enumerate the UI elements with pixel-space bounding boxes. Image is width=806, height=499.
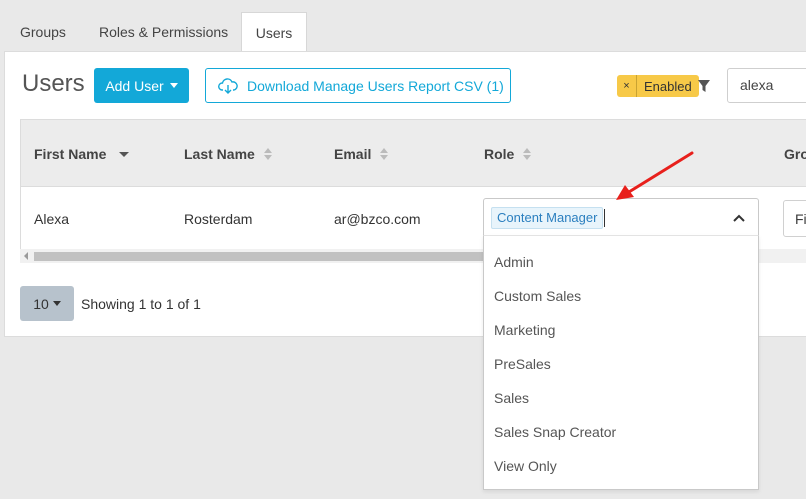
column-groups[interactable]: Gro bbox=[784, 146, 806, 162]
scroll-left-icon[interactable] bbox=[24, 252, 28, 260]
download-report-label: Download Manage Users Report CSV (1) bbox=[247, 77, 504, 94]
cell-first-name: Alexa bbox=[34, 211, 70, 227]
tab-users[interactable]: Users bbox=[241, 12, 307, 52]
add-user-label: Add User bbox=[105, 77, 164, 94]
sort-icon bbox=[263, 148, 272, 160]
sort-icon bbox=[523, 148, 532, 160]
role-options-menu: Admin Custom Sales Marketing PreSales Sa… bbox=[483, 235, 759, 490]
role-option-admin[interactable]: Admin bbox=[494, 254, 534, 270]
sort-desc-icon bbox=[119, 151, 130, 157]
column-email[interactable]: Email bbox=[334, 146, 389, 162]
tab-bar: Groups Roles & Permissions Users bbox=[0, 12, 806, 52]
caret-down-icon bbox=[52, 301, 61, 306]
page-size-value: 10 bbox=[33, 295, 49, 312]
column-role[interactable]: Role bbox=[484, 146, 532, 162]
groups-select[interactable]: Fi bbox=[783, 200, 806, 237]
scrollbar-thumb[interactable] bbox=[34, 252, 494, 261]
cell-last-name: Rosterdam bbox=[184, 211, 253, 227]
role-option-view-only[interactable]: View Only bbox=[494, 458, 557, 474]
search-input[interactable]: alexa bbox=[727, 68, 806, 103]
column-last-name[interactable]: Last Name bbox=[184, 146, 272, 162]
page-title: Users bbox=[22, 70, 85, 97]
remove-filter-button[interactable]: × bbox=[617, 75, 637, 97]
role-tag[interactable]: Content Manager bbox=[491, 207, 604, 229]
filter-badge-label: Enabled bbox=[644, 78, 692, 94]
cell-email: ar@bzco.com bbox=[334, 211, 421, 227]
column-label: First Name bbox=[34, 146, 107, 162]
tab-roles-permissions[interactable]: Roles & Permissions bbox=[89, 12, 238, 51]
tab-groups[interactable]: Groups bbox=[10, 12, 76, 51]
chevron-up-icon[interactable] bbox=[732, 211, 746, 225]
role-option-custom-sales[interactable]: Custom Sales bbox=[494, 288, 581, 304]
text-cursor bbox=[604, 209, 605, 227]
column-first-name[interactable]: First Name bbox=[34, 146, 130, 162]
download-report-button[interactable]: Download Manage Users Report CSV (1) bbox=[205, 68, 511, 103]
column-label: Last Name bbox=[184, 146, 255, 162]
role-option-presales[interactable]: PreSales bbox=[494, 356, 551, 372]
role-option-marketing[interactable]: Marketing bbox=[494, 322, 555, 338]
status-filter-badge: × Enabled bbox=[617, 75, 699, 97]
add-user-button[interactable]: Add User bbox=[94, 68, 189, 103]
column-label: Gro bbox=[784, 146, 806, 162]
caret-down-icon bbox=[169, 83, 178, 88]
filter-icon[interactable] bbox=[697, 79, 711, 93]
role-option-sales[interactable]: Sales bbox=[494, 390, 529, 406]
role-select[interactable]: Content Manager bbox=[483, 198, 759, 236]
role-option-sales-snap-creator[interactable]: Sales Snap Creator bbox=[494, 424, 616, 440]
column-label: Email bbox=[334, 146, 372, 162]
column-label: Role bbox=[484, 146, 515, 162]
annotation-arrow-icon bbox=[616, 151, 694, 200]
page-size-select[interactable]: 10 bbox=[20, 286, 74, 321]
sort-icon bbox=[380, 148, 389, 160]
pagination-info: Showing 1 to 1 of 1 bbox=[81, 296, 201, 312]
cloud-download-icon bbox=[218, 77, 238, 94]
